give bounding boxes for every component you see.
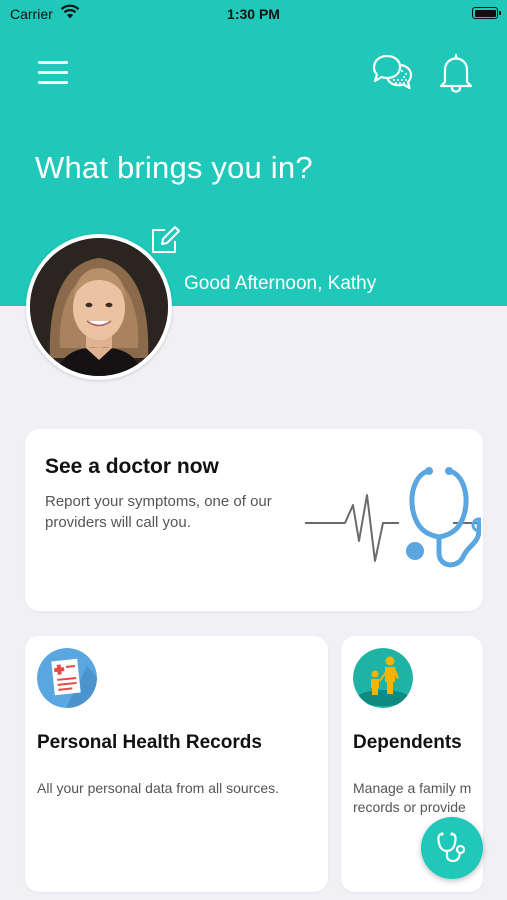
family-icon <box>353 648 413 708</box>
stethoscope-icon <box>437 832 466 863</box>
stethoscope-heartbeat-icon <box>305 467 481 568</box>
avatar[interactable] <box>26 234 172 380</box>
menu-button[interactable] <box>36 58 70 88</box>
personal-health-records-card[interactable]: Personal Health Records All your persona… <box>25 636 328 892</box>
records-title: Personal Health Records <box>37 732 262 753</box>
see-doctor-card[interactable]: See a doctor now Report your symptoms, o… <box>25 429 483 611</box>
see-doctor-description: Report your symptoms, one of our provide… <box>45 493 272 531</box>
dependents-description-line1: Manage a family m <box>353 780 472 796</box>
edit-icon[interactable] <box>148 224 182 256</box>
chat-icon[interactable] <box>370 52 414 92</box>
dependents-description-line2: records or provide <box>353 799 466 815</box>
dependents-title: Dependents <box>353 732 462 753</box>
page-title: What brings you in? <box>35 150 313 185</box>
see-doctor-title: See a doctor now <box>45 455 219 478</box>
status-bar: Carrier 1:30 PM <box>0 0 507 28</box>
greeting-text: Good Afternoon, Kathy <box>184 273 377 294</box>
battery-icon <box>472 7 501 19</box>
profile-photo <box>30 238 168 376</box>
clock: 1:30 PM <box>227 6 280 22</box>
medical-record-icon <box>37 648 97 708</box>
stethoscope-fab-button[interactable] <box>421 817 483 879</box>
dependents-description: Manage a family m records or provide <box>353 779 471 817</box>
records-description: All your personal data from all sources. <box>37 780 279 796</box>
bell-icon[interactable] <box>437 51 475 93</box>
